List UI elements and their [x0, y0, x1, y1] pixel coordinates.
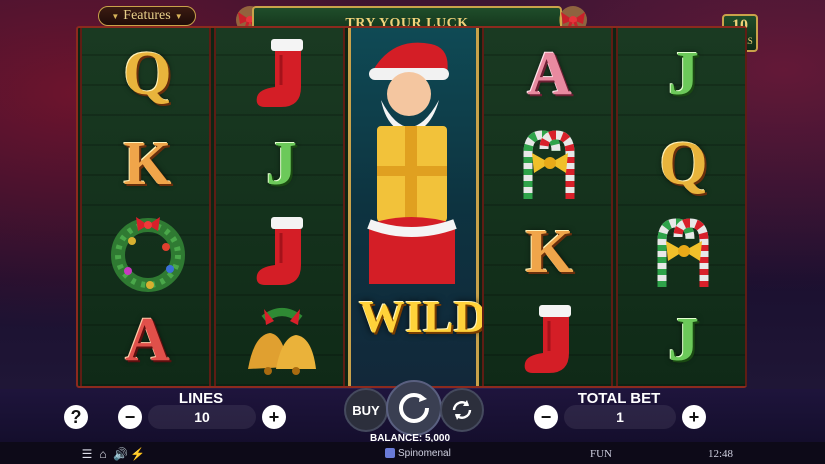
- reel-3-wild: WILD: [348, 28, 487, 386]
- candy-cane-icon: [618, 208, 749, 297]
- symbol-a-letter: A: [527, 40, 572, 108]
- symbol-k-letter: K: [123, 130, 172, 198]
- buy-button[interactable]: BUY: [344, 388, 388, 432]
- brand-label: Spinomenal: [398, 448, 451, 459]
- symbol-q: Q: [618, 120, 749, 209]
- santa-icon: [367, 42, 457, 284]
- symbol-a: A: [82, 296, 213, 385]
- help-button[interactable]: ?: [64, 405, 88, 429]
- reel-2: J: [214, 28, 345, 386]
- symbol-q-letter: Q: [659, 130, 708, 198]
- reel-4: A K: [482, 28, 613, 386]
- spinomenal-logo-icon: [385, 448, 395, 458]
- stocking-icon: [484, 296, 615, 385]
- buy-label: BUY: [352, 402, 380, 418]
- symbol-q-letter: Q: [123, 40, 172, 108]
- symbol-j-letter: J: [266, 130, 297, 198]
- bet-plus-button[interactable]: +: [682, 405, 706, 429]
- symbol-q: Q: [82, 30, 213, 119]
- menu-icon[interactable]: ☰: [80, 447, 94, 461]
- plus-icon: +: [268, 407, 280, 427]
- autoplay-button[interactable]: [440, 388, 484, 432]
- spin-button[interactable]: [386, 380, 442, 436]
- symbol-j-letter: J: [668, 40, 699, 108]
- symbol-a: A: [484, 30, 615, 119]
- reel-1: Q K A: [80, 28, 211, 386]
- lines-plus-button[interactable]: +: [262, 405, 286, 429]
- reel-5: J Q J: [616, 28, 747, 386]
- candy-cane-icon: [484, 120, 615, 209]
- symbol-k-letter: K: [525, 218, 574, 286]
- lines-value: 10: [148, 405, 256, 429]
- features-button[interactable]: ▼ Features ▼: [98, 6, 196, 26]
- symbol-j: J: [216, 120, 347, 209]
- total-bet-value: 1: [564, 405, 676, 429]
- help-label: ?: [70, 407, 82, 427]
- lines-value-text: 10: [194, 409, 210, 425]
- symbol-k: K: [484, 208, 615, 297]
- stocking-icon: [216, 208, 347, 297]
- mode-label: FUN: [590, 448, 613, 460]
- triangle-down-icon: ▼: [111, 11, 120, 21]
- wreath-icon: [82, 208, 213, 297]
- spin-icon: [399, 393, 429, 423]
- minus-icon: −: [124, 407, 136, 427]
- features-label: Features: [123, 8, 171, 23]
- home-icon[interactable]: ⌂: [96, 447, 110, 461]
- turbo-icon[interactable]: ⚡: [130, 447, 145, 461]
- symbol-k: K: [82, 120, 213, 209]
- bet-minus-button[interactable]: −: [534, 405, 558, 429]
- symbol-j: J: [618, 30, 749, 119]
- symbol-a-letter: A: [125, 306, 170, 374]
- total-bet-value-text: 1: [616, 409, 624, 425]
- stocking-icon: [216, 30, 347, 119]
- minus-icon: −: [540, 407, 552, 427]
- symbol-j: J: [618, 296, 749, 385]
- bells-icon: [216, 296, 347, 385]
- lines-minus-button[interactable]: −: [118, 405, 142, 429]
- plus-icon: +: [688, 407, 700, 427]
- autoplay-icon: [452, 400, 472, 420]
- wild-label: WILD: [359, 291, 487, 342]
- symbol-j-letter: J: [668, 306, 699, 374]
- reels-area: Q K A J WILD A K J Q J: [76, 26, 747, 388]
- sound-icon[interactable]: 🔊: [113, 447, 128, 461]
- clock-label: 12:48: [708, 448, 734, 460]
- triangle-down-icon: ▼: [174, 11, 183, 21]
